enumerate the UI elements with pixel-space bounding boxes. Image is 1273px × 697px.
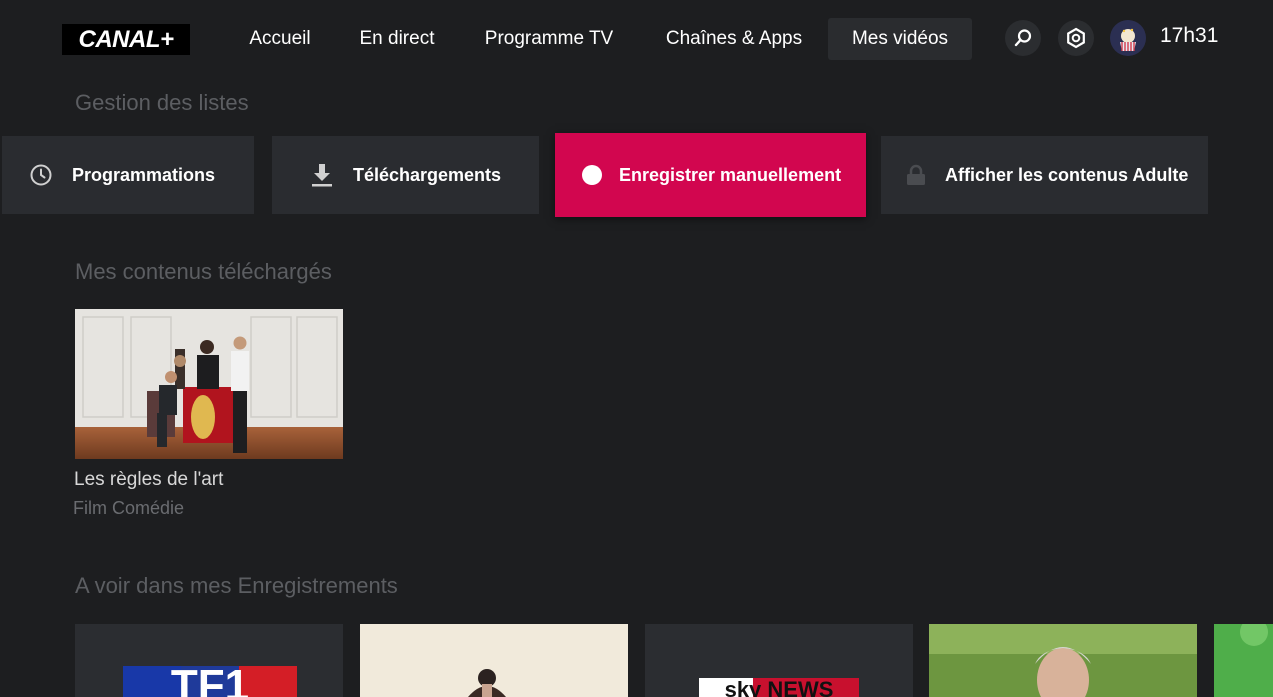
recording-card-2[interactable]: [360, 624, 628, 697]
tf1-logo-text: TF1: [171, 661, 249, 697]
recording-card-sky-news[interactable]: sky NEWS: [645, 624, 913, 697]
recording-thumbnail-woman: [468, 669, 506, 697]
downloaded-thumbnail[interactable]: [75, 309, 343, 459]
recording-card-tf1[interactable]: TF1: [75, 624, 343, 697]
telechargements-button[interactable]: Téléchargements: [272, 136, 539, 214]
section-title-gestion: Gestion des listes: [75, 90, 249, 115]
sky-news-logo: sky NEWS: [699, 677, 859, 697]
recording-card-5[interactable]: [1214, 624, 1273, 697]
enregistrer-manuellement-label: Enregistrer manuellement: [619, 164, 842, 185]
record-dot-icon: [579, 162, 605, 188]
recording-thumbnail-green: [1214, 624, 1273, 697]
tf1-logo: TF1: [123, 661, 297, 697]
nav-mes-videos[interactable]: Mes vidéos: [828, 18, 972, 60]
programmations-label: Programmations: [72, 164, 216, 185]
programmations-button[interactable]: Programmations: [2, 136, 254, 214]
lock-icon: [903, 162, 929, 188]
canal-plus-logo: CANAL+: [62, 24, 190, 55]
downloaded-item-subtitle: Film Comédie: [73, 498, 185, 518]
section-title-enregistrements: A voir dans mes Enregistrements: [75, 573, 398, 598]
downloaded-item-title: Les règles de l'art: [74, 469, 224, 490]
profile-avatar[interactable]: [1110, 20, 1146, 56]
nav-programme-tv[interactable]: Programme TV: [470, 18, 628, 60]
movie-poster-image: [75, 309, 343, 459]
sky-news-text: sky NEWS: [725, 677, 834, 697]
recording-card-4[interactable]: [929, 624, 1197, 697]
download-icon: [309, 162, 335, 188]
avatar-icon: [1110, 20, 1146, 56]
clock-icon: [28, 162, 54, 188]
gear-icon: [1067, 27, 1085, 49]
telechargements-label: Téléchargements: [353, 164, 502, 185]
contenus-adulte-button[interactable]: Afficher les contenus Adulte: [881, 136, 1208, 214]
clock-time: 17h31: [1160, 24, 1219, 47]
nav-chaines-apps[interactable]: Chaînes & Apps: [650, 18, 818, 60]
section-title-telecharges: Mes contenus téléchargés: [75, 259, 332, 284]
search-icon: [1014, 29, 1032, 47]
recording-thumbnail-man: [929, 624, 1197, 697]
nav-en-direct[interactable]: En direct: [345, 18, 449, 60]
enregistrer-manuellement-button[interactable]: Enregistrer manuellement: [555, 133, 866, 217]
contenus-adulte-label: Afficher les contenus Adulte: [945, 164, 1189, 185]
search-button[interactable]: [1005, 20, 1041, 56]
nav-accueil[interactable]: Accueil: [236, 18, 324, 60]
settings-button[interactable]: [1058, 20, 1094, 56]
